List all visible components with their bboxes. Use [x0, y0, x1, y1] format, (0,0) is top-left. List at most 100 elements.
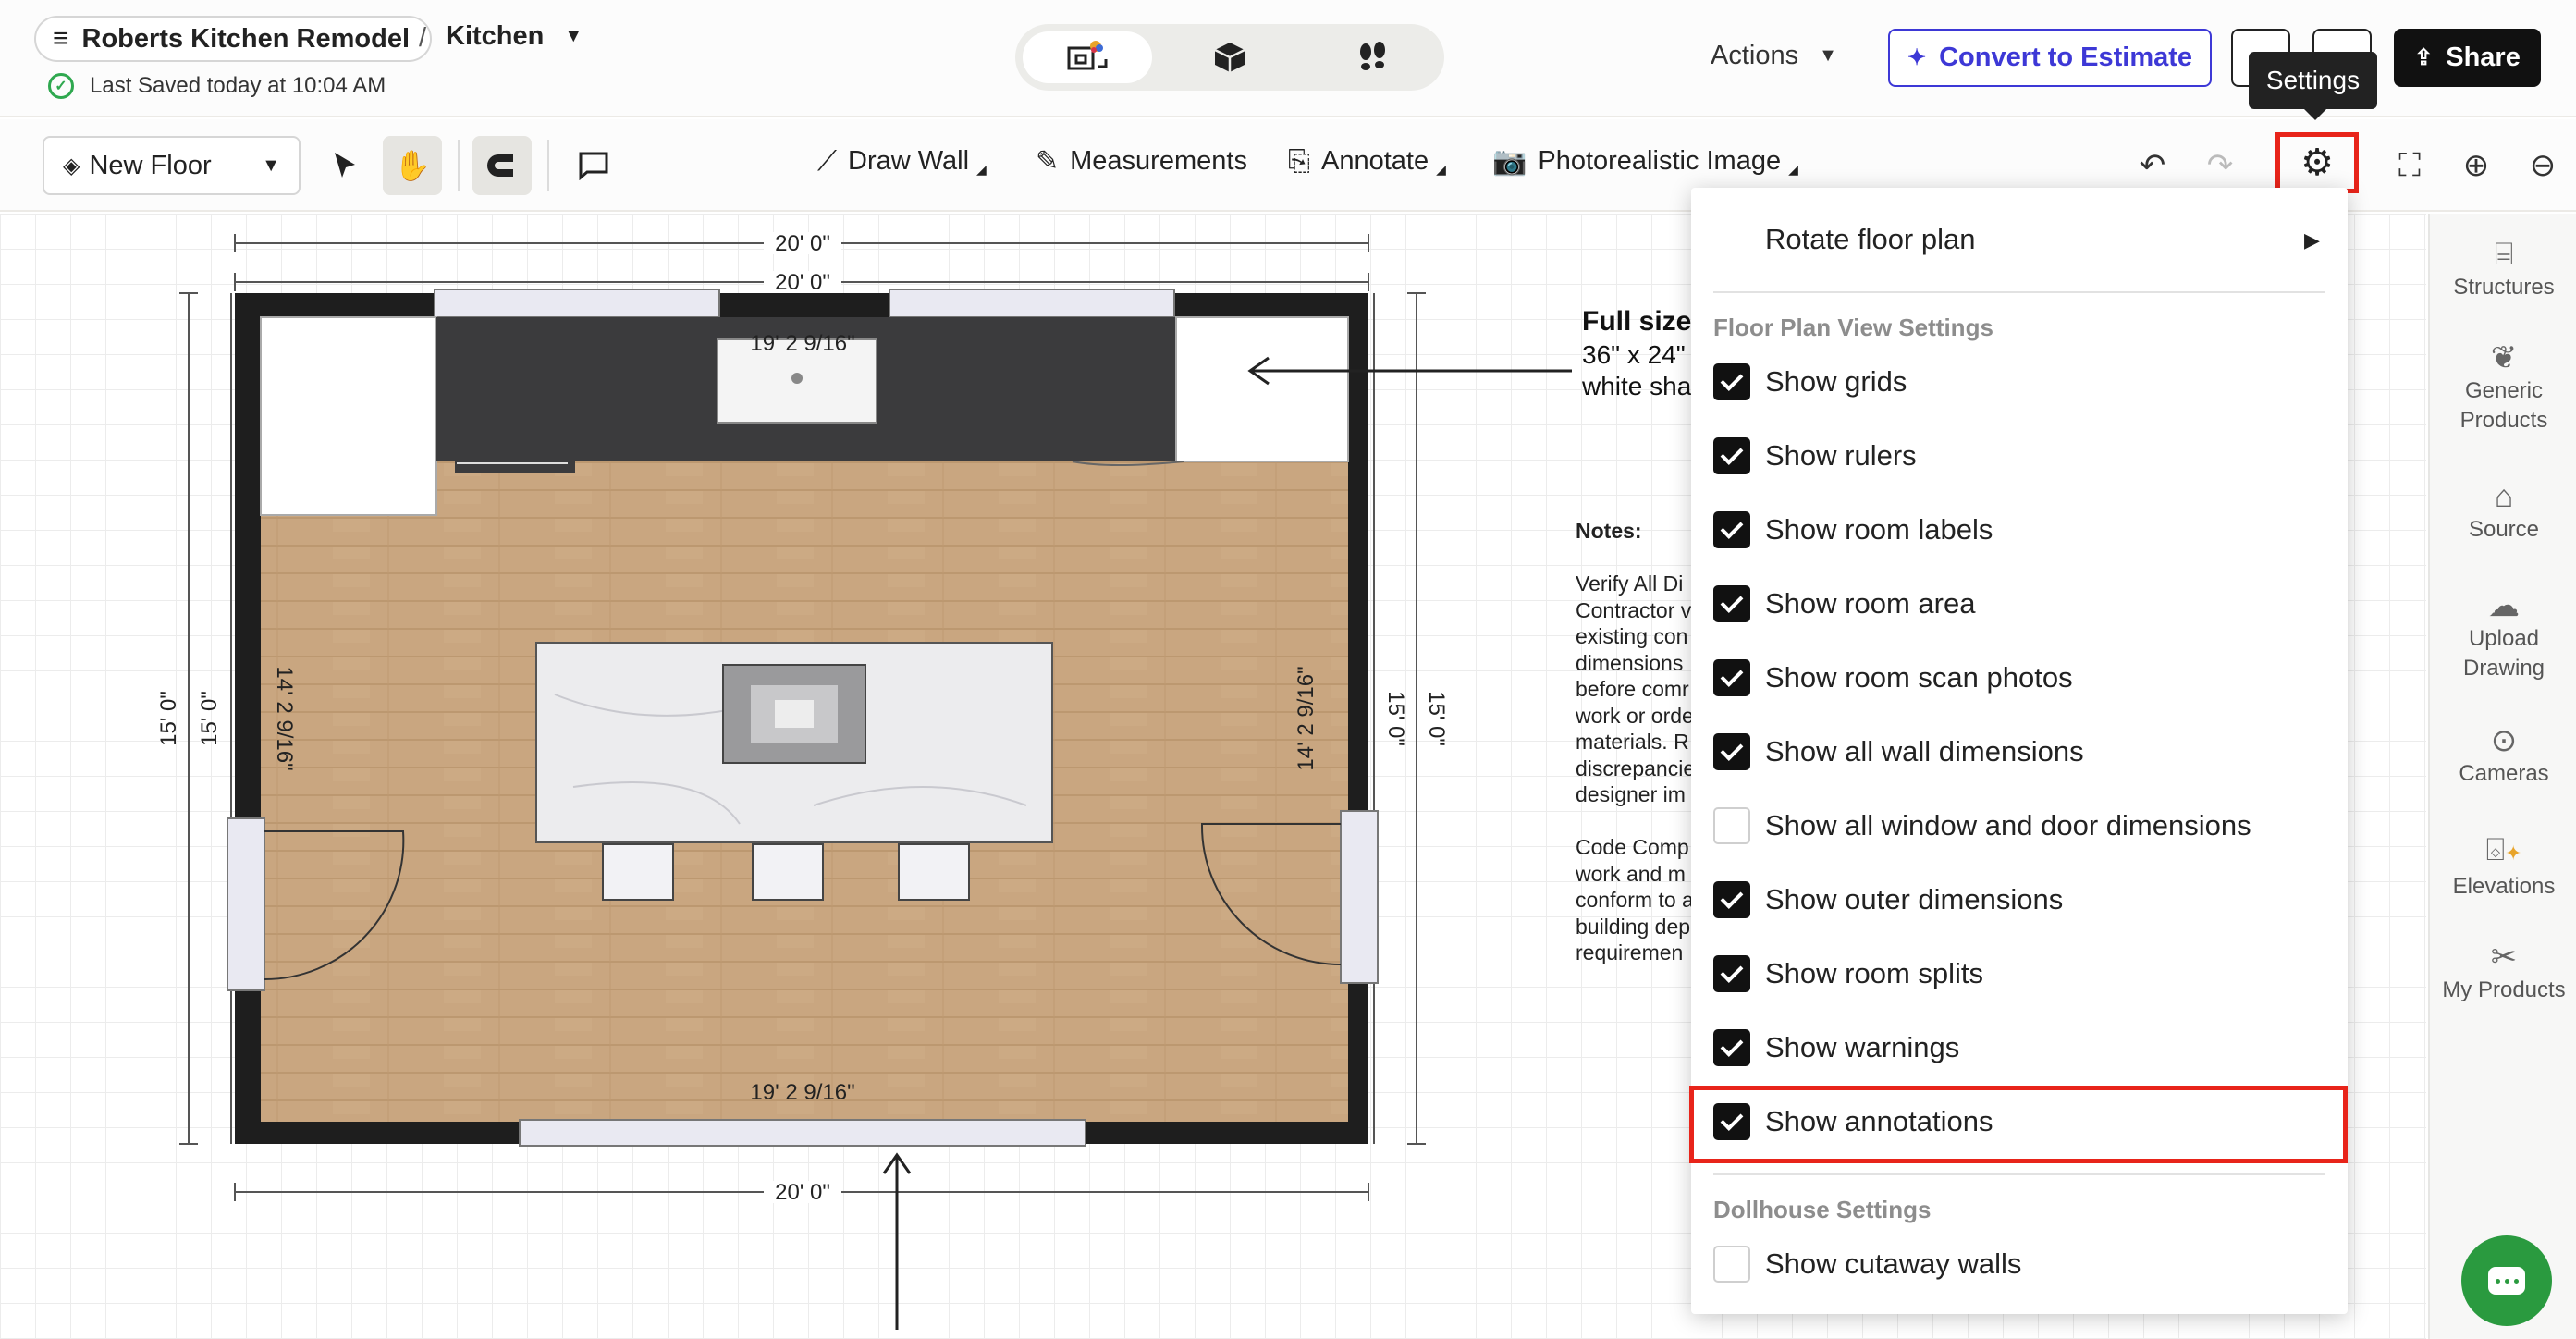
zoom-in-icon: ⊕: [2462, 148, 2490, 183]
right-inner-dimension: 15' 0": [1383, 691, 1408, 746]
undo-button[interactable]: ↶: [2127, 140, 2178, 191]
annotation-text[interactable]: 36" x 24" white sha: [1582, 339, 1691, 402]
checkbox[interactable]: [1713, 955, 1750, 992]
settings-button[interactable]: ⚙: [2275, 132, 2359, 193]
option-show-all-wall-dimensions[interactable]: Show all wall dimensions: [1713, 726, 2325, 778]
annotate-label: Annotate: [1321, 146, 1429, 176]
snap-magnet-toggle[interactable]: [472, 136, 532, 195]
pan-tool[interactable]: ✋: [383, 136, 442, 195]
checkbox[interactable]: [1713, 363, 1750, 400]
option-show-grids[interactable]: Show grids: [1713, 356, 2325, 408]
draw-wall-tool[interactable]: ⟋ Draw Wall ◢: [817, 145, 987, 178]
generic-products-icon: ❦: [2490, 340, 2518, 375]
rail-my-products[interactable]: ✂ My Products: [2430, 941, 2576, 1005]
hand-icon: ✋: [394, 149, 431, 182]
photorealistic-image-tool[interactable]: 📷 Photorealistic Image ◢: [1492, 145, 1798, 178]
view-walkthrough-button[interactable]: [1307, 31, 1437, 83]
redo-button[interactable]: ↷: [2194, 140, 2246, 191]
bottom-wall-dimension: 19' 2 9/16": [750, 1080, 854, 1105]
zoom-out-icon: ⊖: [2529, 148, 2557, 183]
bar-stools: [602, 843, 970, 901]
option-show-room-labels[interactable]: Show room labels: [1713, 504, 2325, 556]
notes-body[interactable]: Verify All Di Contractor v existing con …: [1576, 571, 1705, 966]
view-2d-button[interactable]: [1023, 31, 1152, 83]
caret-down-icon: ▼: [262, 154, 280, 176]
door-left: [227, 817, 265, 991]
top-header: ≡ Roberts Kitchen Remodel / Kitchen ▼ ✓ …: [0, 0, 2576, 117]
rail-upload-drawing[interactable]: ☁ Upload Drawing: [2430, 590, 2576, 683]
draw-wall-icon: ⟋: [817, 145, 837, 177]
option-show-rulers[interactable]: Show rulers: [1713, 430, 2325, 482]
rail-label: Generic Products: [2459, 378, 2548, 433]
rail-generic-products[interactable]: ❦ Generic Products: [2430, 340, 2576, 436]
hamburger-icon: ≡: [53, 23, 69, 54]
checkbox[interactable]: [1713, 511, 1750, 548]
measurements-tool[interactable]: ✎ Measurements: [1036, 145, 1247, 178]
option-show-room-scan-photos[interactable]: Show room scan photos: [1713, 652, 2325, 704]
photo-image-label: Photorealistic Image: [1538, 146, 1782, 176]
option-show-annotations[interactable]: Show annotations: [1713, 1096, 2325, 1148]
view-3d-button[interactable]: [1165, 31, 1294, 83]
floorplan-2d-icon: [1067, 41, 1108, 70]
rail-source[interactable]: ⌂ Source: [2430, 481, 2576, 545]
fit-view-button[interactable]: ⛶: [2384, 140, 2435, 191]
checkbox[interactable]: [1713, 659, 1750, 696]
option-show-outer-dimensions[interactable]: Show outer dimensions: [1713, 874, 2325, 926]
notes-title: Notes:: [1576, 519, 1642, 543]
right-wall-dimension: 14' 2 9/16": [1294, 666, 1319, 770]
zoom-in-button[interactable]: ⊕: [2450, 140, 2502, 191]
layers-icon: ◈: [63, 153, 80, 178]
rail-structures[interactable]: ⌸ Structures: [2430, 237, 2576, 302]
camera-icon: ⊙: [2490, 723, 2518, 758]
option-show-window-door-dimensions[interactable]: Show all window and door dimensions: [1713, 800, 2325, 852]
save-status-text: Last Saved today at 10:04 AM: [90, 73, 386, 98]
caret-down-icon: ▼: [1819, 45, 1837, 66]
option-show-cutaway-walls[interactable]: Show cutaway walls: [1713, 1238, 2325, 1290]
checkbox[interactable]: [1713, 733, 1750, 770]
camera-icon: 📷: [1492, 146, 1527, 177]
checkbox[interactable]: [1713, 437, 1750, 474]
share-button[interactable]: ⇪ Share: [2394, 29, 2541, 87]
annotation-heading[interactable]: Full size: [1582, 306, 1691, 338]
option-show-warnings[interactable]: Show warnings: [1713, 1022, 2325, 1074]
checkbox[interactable]: [1713, 1246, 1750, 1283]
top-outer-dimension: 20' 0": [775, 231, 830, 256]
chat-support-button[interactable]: [2461, 1235, 2552, 1326]
view-mode-toggle: [1015, 24, 1444, 91]
top-inner-dimension: 20' 0": [775, 270, 830, 295]
sparkle-icon: ✦: [1907, 45, 1927, 70]
bottom-outer-dimension: 20' 0": [775, 1180, 830, 1205]
checkbox[interactable]: [1713, 1029, 1750, 1066]
room-selector[interactable]: Kitchen ▼: [446, 21, 583, 52]
convert-to-estimate-button[interactable]: ✦ Convert to Estimate: [1888, 29, 2212, 87]
checkbox[interactable]: [1713, 585, 1750, 622]
checkbox[interactable]: [1713, 1103, 1750, 1140]
comment-tool[interactable]: [564, 136, 623, 195]
door-right: [1340, 810, 1379, 984]
stairs-icon: ⌸: [2494, 237, 2514, 272]
caret-down-icon: ▼: [564, 26, 583, 46]
floor-selector[interactable]: ◈ New Floor ▼: [43, 136, 301, 195]
convert-label: Convert to Estimate: [1939, 43, 2193, 72]
floor-plan-settings-heading: Floor Plan View Settings: [1713, 313, 1993, 341]
focus-frame-icon: ⛶: [2398, 147, 2421, 183]
rail-elevations[interactable]: ⌺✦ Elevations: [2430, 834, 2576, 902]
side-cabinet: [1175, 316, 1349, 462]
dollhouse-settings-heading: Dollhouse Settings: [1713, 1196, 1932, 1223]
rail-cameras[interactable]: ⊙ Cameras: [2430, 723, 2576, 789]
save-status: ✓ Last Saved today at 10:04 AM: [48, 73, 386, 99]
comment-icon: [579, 152, 608, 180]
zoom-out-button[interactable]: ⊖: [2517, 140, 2569, 191]
checkbox[interactable]: [1713, 807, 1750, 844]
checkbox[interactable]: [1713, 881, 1750, 918]
settings-tooltip: Settings: [2249, 52, 2377, 120]
select-tool[interactable]: [315, 136, 374, 195]
actions-menu-button[interactable]: Actions ▼: [1711, 41, 1837, 71]
option-show-room-area[interactable]: Show room area: [1713, 578, 2325, 630]
annotate-tool[interactable]: ⎘ Annotate ◢: [1288, 145, 1446, 178]
option-show-room-splits[interactable]: Show room splits: [1713, 948, 2325, 1000]
rotate-floor-plan-item[interactable]: Rotate floor plan: [1765, 223, 1975, 256]
project-menu-button[interactable]: ≡ Roberts Kitchen Remodel: [34, 16, 433, 62]
toolbar-divider: [547, 140, 549, 191]
top-wall-dimension: 19' 2 9/16": [750, 331, 854, 356]
